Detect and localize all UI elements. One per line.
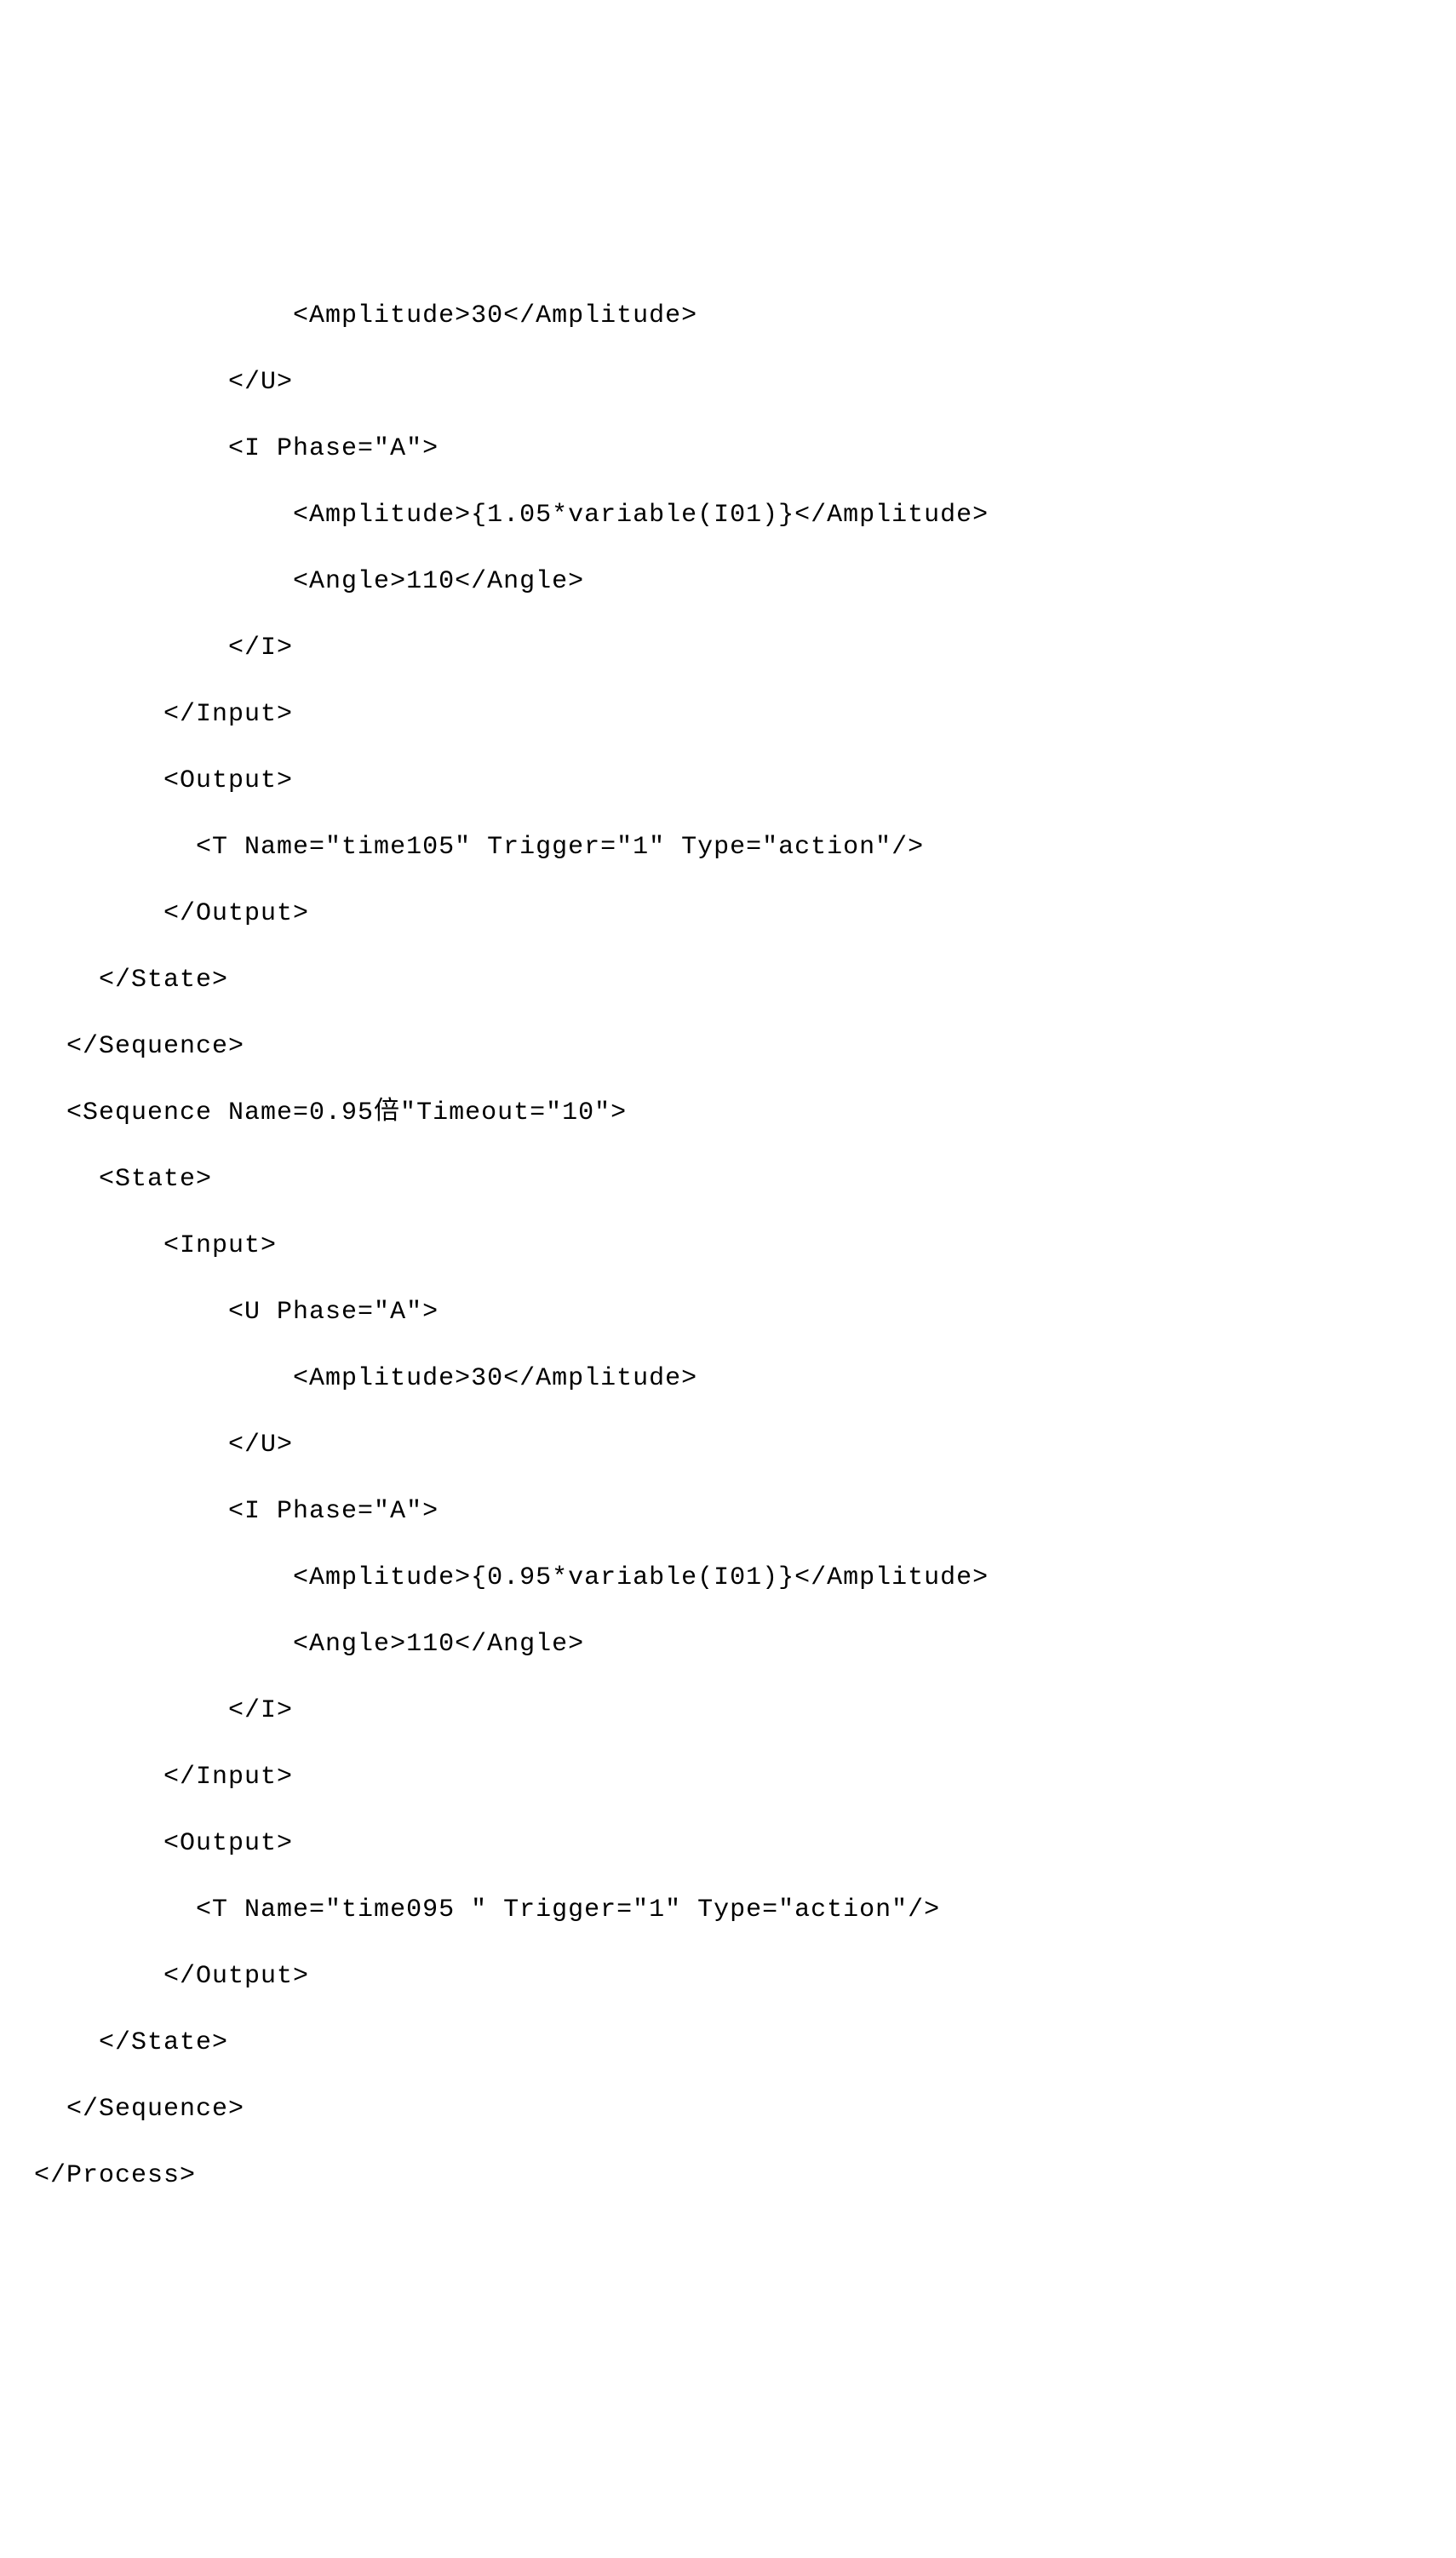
code-line: <T Name="time105" Trigger="1" Type="acti…	[34, 814, 1422, 880]
code-line: <Amplitude>{1.05*variable(I01)}</Amplitu…	[34, 482, 1422, 548]
code-line: </State>	[34, 2010, 1422, 2076]
code-line: </I>	[34, 1678, 1422, 1744]
code-line: <Amplitude>{0.95*variable(I01)}</Amplitu…	[34, 1545, 1422, 1611]
code-line: <I Phase="A">	[34, 416, 1422, 482]
code-line: </Output>	[34, 1943, 1422, 2010]
code-line: <Angle>110</Angle>	[34, 548, 1422, 615]
code-line: <T Name="time095 " Trigger="1" Type="act…	[34, 1877, 1422, 1943]
code-line: <I Phase="A">	[34, 1478, 1422, 1545]
code-line: </I>	[34, 615, 1422, 681]
code-block: <Amplitude>30</Amplitude> </U> <I Phase=…	[34, 283, 1422, 2209]
code-line: </Sequence>	[34, 2076, 1422, 2142]
code-line: <Amplitude>30</Amplitude>	[34, 1345, 1422, 1412]
code-line: </Input>	[34, 681, 1422, 748]
code-line: </Sequence>	[34, 1013, 1422, 1080]
code-line: </Process>	[34, 2142, 1422, 2209]
code-line: </State>	[34, 947, 1422, 1013]
code-line: <U Phase="A">	[34, 1279, 1422, 1345]
code-line: </Input>	[34, 1744, 1422, 1810]
code-line: <Sequence Name=0.95倍"Timeout="10">	[34, 1080, 1422, 1146]
code-line: <State>	[34, 1146, 1422, 1213]
code-line: <Output>	[34, 1810, 1422, 1877]
code-line: </U>	[34, 349, 1422, 416]
code-line: <Output>	[34, 748, 1422, 814]
code-line: <Amplitude>30</Amplitude>	[34, 283, 1422, 349]
code-line: </U>	[34, 1412, 1422, 1478]
code-line: </Output>	[34, 880, 1422, 947]
code-line: <Angle>110</Angle>	[34, 1611, 1422, 1678]
code-line: <Input>	[34, 1213, 1422, 1279]
